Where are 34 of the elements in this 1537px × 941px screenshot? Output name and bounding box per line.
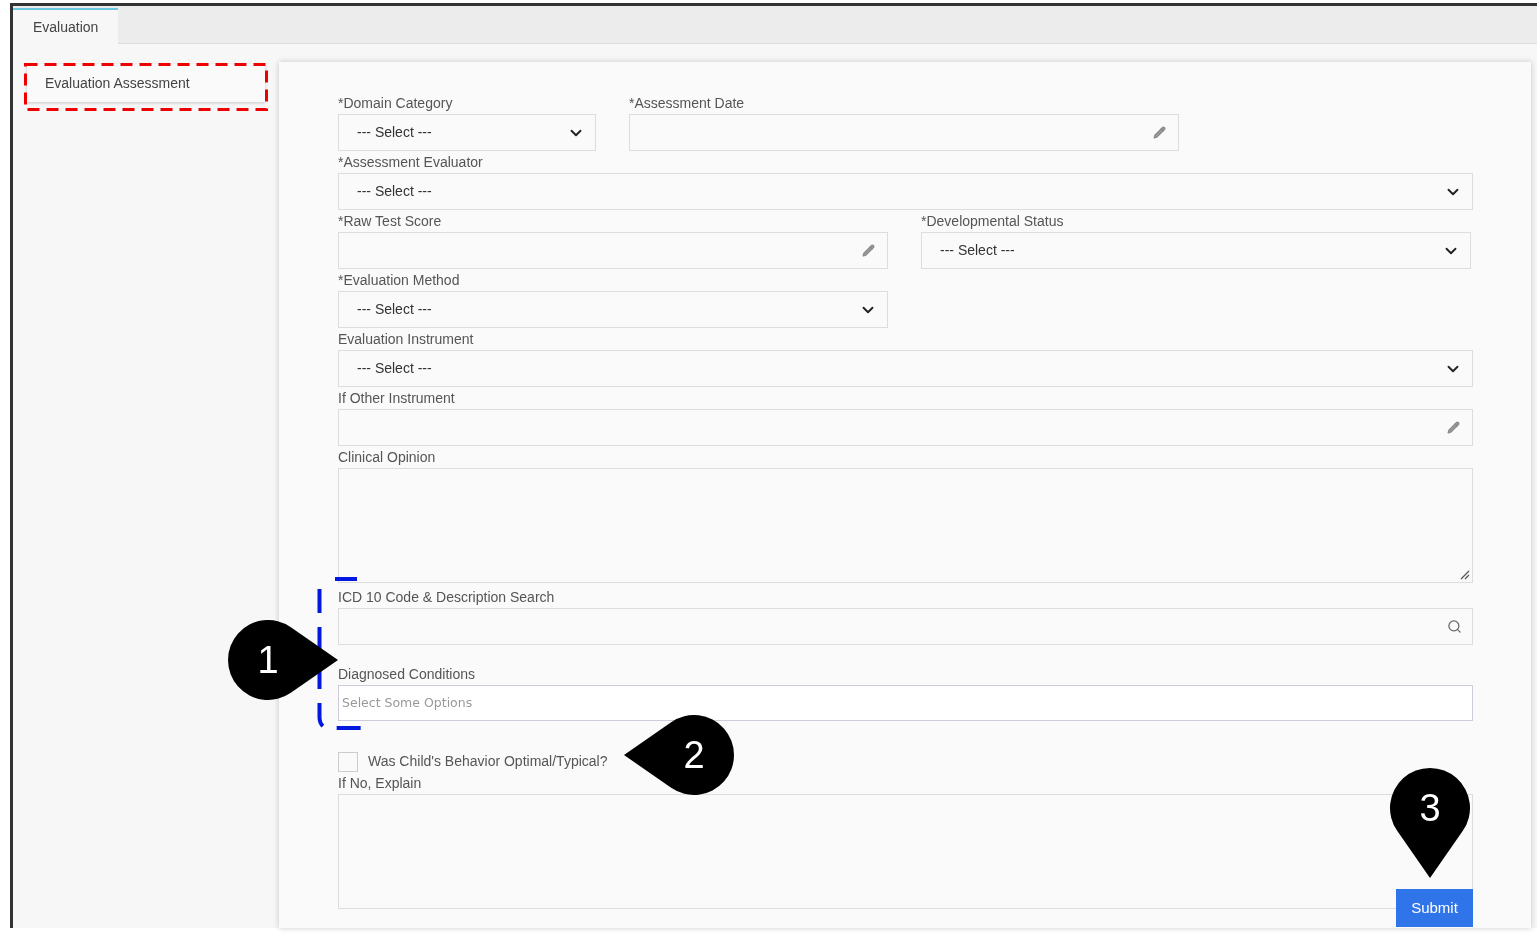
field-label: Clinical Opinion <box>338 448 437 467</box>
callout-marker: 2 <box>624 715 734 795</box>
field-label: *Developmental Status <box>921 212 1065 231</box>
field-label: Diagnosed Conditions <box>338 665 476 684</box>
pencil-icon <box>862 244 875 257</box>
callout-marker: 1 <box>228 620 338 700</box>
text-field[interactable] <box>629 114 1179 151</box>
submit-button[interactable]: Submit <box>1396 889 1473 927</box>
pencil-icon <box>1153 126 1166 139</box>
field-label: ICD 10 Code & Description Search <box>338 588 556 607</box>
text-field[interactable] <box>338 409 1473 446</box>
checkbox[interactable] <box>338 751 358 772</box>
search-field[interactable] <box>338 608 1473 645</box>
callout-marker: 3 <box>1390 768 1470 878</box>
field-label: *Raw Test Score <box>338 212 443 231</box>
select-dropdown[interactable]: --- Select --- <box>338 114 596 151</box>
pencil-icon <box>1447 421 1460 434</box>
select-dropdown[interactable]: --- Select --- <box>338 350 1473 387</box>
sidebar-item[interactable]: Evaluation Assessment <box>27 64 265 102</box>
search-icon <box>1447 619 1462 634</box>
text-field[interactable] <box>338 232 888 269</box>
select-dropdown[interactable]: --- Select --- <box>338 291 888 328</box>
select-dropdown[interactable]: --- Select --- <box>338 173 1473 210</box>
field-label: *Assessment Date <box>629 94 746 113</box>
field-label: Evaluation Instrument <box>338 330 475 349</box>
field-label: *Evaluation Method <box>338 271 461 290</box>
field-label: If Other Instrument <box>338 389 456 408</box>
select-dropdown[interactable]: --- Select --- <box>921 232 1471 269</box>
resize-grip-icon <box>1460 570 1470 580</box>
field-label: *Assessment Evaluator <box>338 153 484 172</box>
field-label: *Domain Category <box>338 94 454 113</box>
checkbox-label: Was Child's Behavior Optimal/Typical? <box>368 752 608 771</box>
tab[interactable]: Evaluation <box>13 8 119 44</box>
field-label: If No, Explain <box>338 774 423 793</box>
